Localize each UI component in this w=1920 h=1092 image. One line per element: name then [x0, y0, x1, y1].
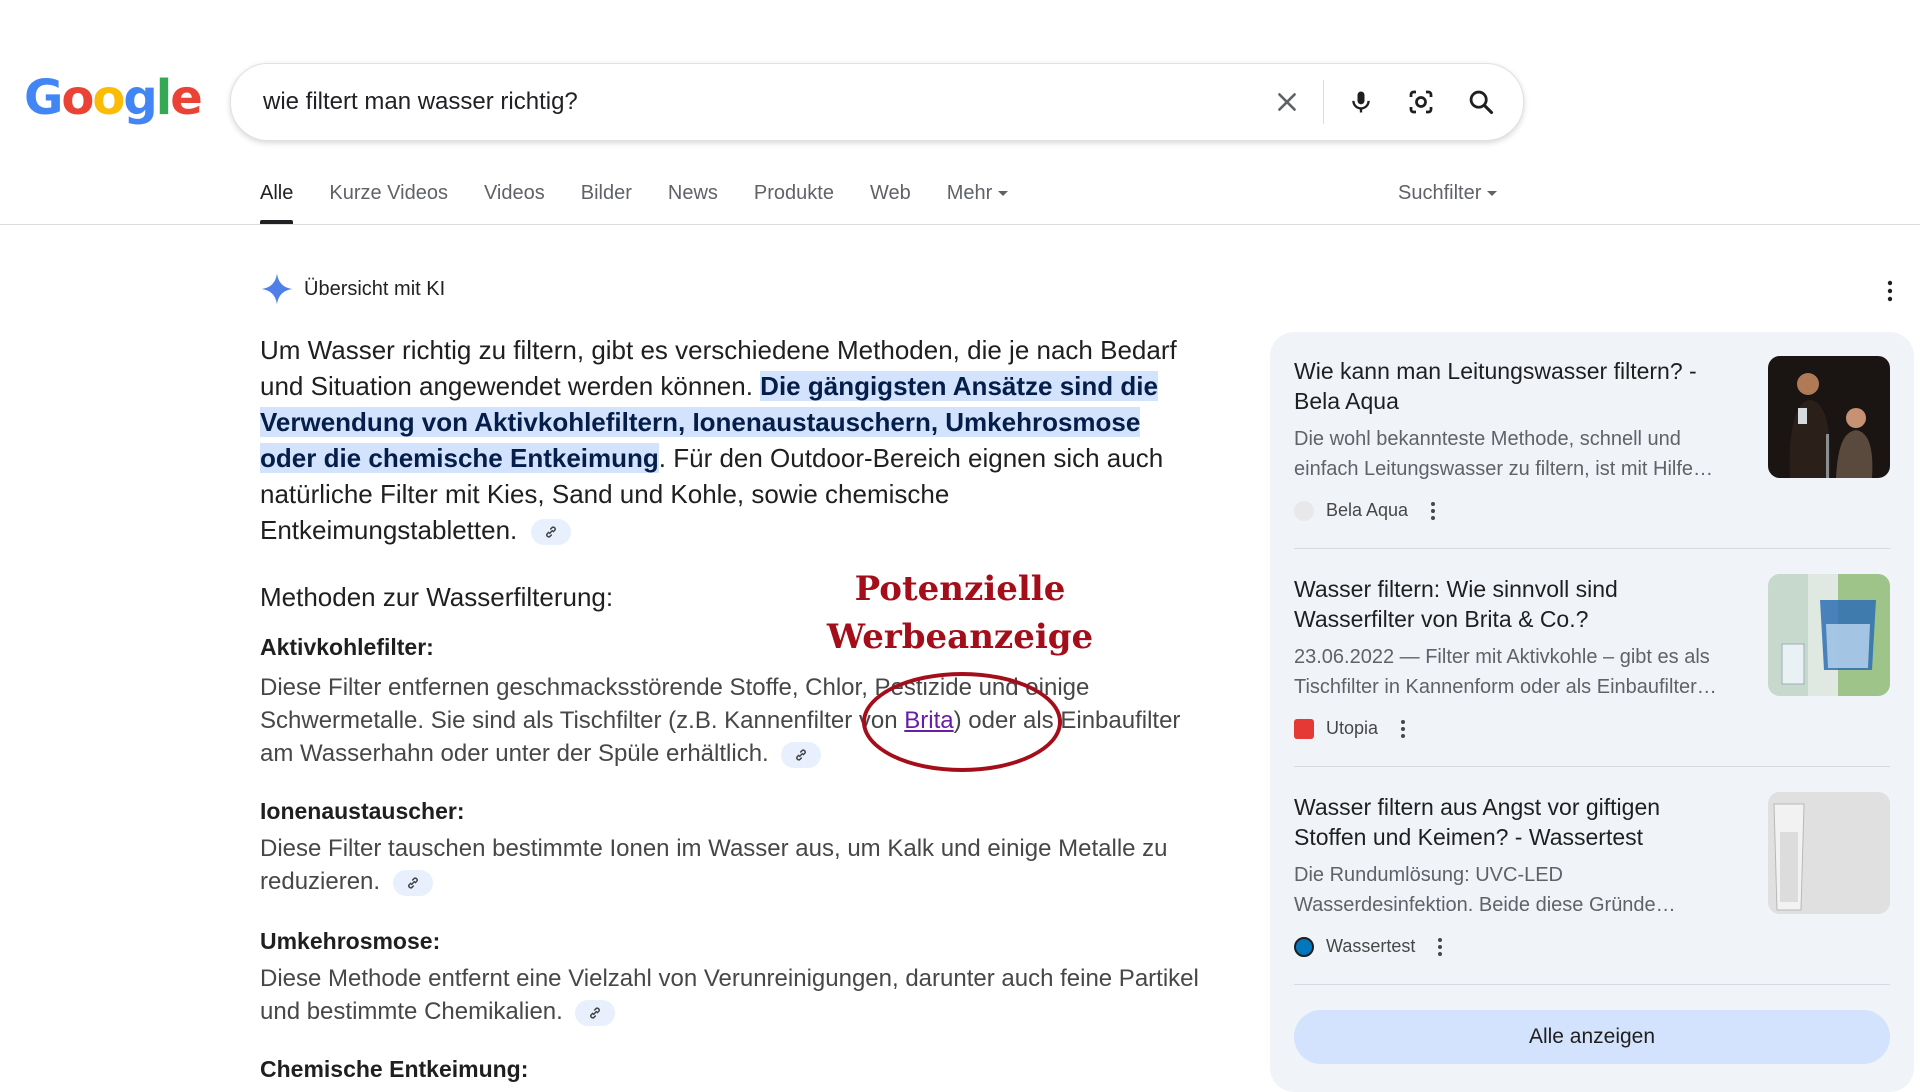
source-meta: Wassertest [1294, 936, 1443, 957]
tab-alle[interactable]: Alle [260, 178, 294, 224]
annotation-line: Potenzielle [854, 569, 1066, 609]
card-divider [1294, 766, 1890, 767]
source-card[interactable]: Wasser filtern: Wie sinnvoll sind Wasser… [1294, 574, 1890, 744]
ai-overview-header: Übersicht mit KI [260, 272, 445, 306]
logo-letter: o [61, 70, 94, 126]
source-thumbnail [1768, 574, 1890, 696]
source-name: Wassertest [1326, 936, 1416, 956]
ad-annotation: Potenzielle Werbeanzeige [800, 565, 1120, 661]
link-icon [796, 749, 807, 761]
source-title[interactable]: Wasser filtern: Wie sinnvoll sind Wasser… [1294, 574, 1734, 634]
tab-bilder[interactable]: Bilder [581, 178, 632, 224]
link-icon [545, 526, 556, 538]
ai-overview-intro: Um Wasser richtig zu filtern, gibt es ve… [260, 332, 1200, 548]
source-thumbnail [1768, 792, 1890, 914]
card-divider [1294, 548, 1890, 549]
tab-news[interactable]: News [668, 178, 718, 224]
source-card[interactable]: Wasser filtern aus Angst vor giftigen St… [1294, 792, 1890, 962]
item-heading: Aktivkohlefilter: [260, 634, 434, 660]
more-options-icon[interactable] [1430, 501, 1436, 521]
mic-icon[interactable] [1341, 82, 1381, 122]
more-options-icon[interactable] [1886, 280, 1894, 302]
logo-letter: g [123, 70, 157, 126]
close-icon[interactable] [1267, 82, 1307, 122]
more-options-icon[interactable] [1437, 937, 1443, 957]
source-thumbnail [1768, 356, 1890, 478]
item-text: Diese Filter tauschen bestimmte Ionen im… [260, 832, 1200, 898]
search-divider [1323, 80, 1324, 124]
item-text: Diese Methode entfernt eine Vielzahl von… [260, 962, 1200, 1028]
more-options-icon[interactable] [1400, 719, 1406, 739]
item-heading: Ionenaustauscher: [260, 798, 465, 824]
show-all-button[interactable]: Alle anzeigen [1294, 1010, 1890, 1064]
source-snippet: 23.06.2022 — Filter mit Aktivkohle – gib… [1294, 646, 1717, 698]
utopia-favicon [1294, 718, 1314, 739]
source-title[interactable]: Wie kann man Leitungswasser filtern? - B… [1294, 356, 1734, 416]
search-icon[interactable] [1461, 82, 1501, 122]
tab-produkte[interactable]: Produkte [754, 178, 834, 224]
source-name: Bela Aqua [1326, 500, 1409, 520]
ai-overview-title: Übersicht mit KI [304, 277, 446, 300]
section-heading: Methoden zur Wasserfilterung: [260, 582, 614, 612]
suchfilter-label: Suchfilter [1398, 182, 1482, 204]
logo-letter: e [170, 70, 203, 126]
chevron-down-icon [1487, 191, 1498, 197]
lens-icon[interactable] [1401, 82, 1441, 122]
tab-kurze-videos[interactable]: Kurze Videos [329, 178, 448, 224]
link-icon [590, 1007, 601, 1019]
source-link-chip[interactable] [781, 741, 822, 768]
suchfilter-button[interactable]: Suchfilter [1398, 178, 1498, 208]
source-meta: Bela Aqua [1294, 500, 1436, 521]
bela-aqua-favicon [1294, 500, 1314, 521]
item-text-part: Diese Methode entfernt eine Vielzahl von… [260, 965, 1199, 1025]
logo-letter: G [24, 70, 63, 126]
wassertest-favicon [1294, 936, 1314, 957]
search-box[interactable]: wie filtert man wasser richtig? [230, 63, 1524, 141]
source-card[interactable]: Wie kann man Leitungswasser filtern? - B… [1294, 356, 1890, 526]
annotation-line: Werbeanzeige [826, 617, 1094, 657]
logo-letter: o [92, 70, 125, 126]
source-link-chip[interactable] [392, 869, 433, 896]
search-tabs: Alle Kurze Videos Videos Bilder News Pro… [260, 178, 1044, 224]
logo-letter: l [155, 70, 173, 126]
item-heading: Umkehrosmose: [260, 928, 441, 954]
source-meta: Utopia [1294, 718, 1406, 739]
item-heading: Chemische Entkeimung: [260, 1056, 529, 1082]
link-icon [407, 877, 418, 889]
source-snippet: Die wohl bekannteste Methode, schnell un… [1294, 428, 1714, 480]
source-link-chip[interactable] [575, 999, 616, 1026]
source-link-chip[interactable] [530, 519, 571, 546]
tabs-divider [0, 224, 1920, 225]
source-snippet: Die Rundumlösung: UVC-LED Wasserdesinfek… [1294, 864, 1676, 916]
source-title[interactable]: Wasser filtern aus Angst vor giftigen St… [1294, 792, 1734, 852]
annotation-circle [862, 672, 1062, 772]
tab-videos[interactable]: Videos [484, 178, 545, 224]
sources-panel: Wie kann man Leitungswasser filtern? - B… [1270, 332, 1914, 1092]
tab-web[interactable]: Web [870, 178, 911, 224]
search-input[interactable]: wie filtert man wasser richtig? [263, 88, 578, 116]
google-logo[interactable]: Google [24, 70, 203, 126]
card-divider [1294, 984, 1890, 985]
tab-mehr-label: Mehr [946, 182, 993, 204]
chevron-down-icon [998, 191, 1009, 197]
sparkle-icon [261, 273, 293, 305]
source-name: Utopia [1326, 718, 1379, 738]
tab-mehr[interactable]: Mehr [947, 178, 1009, 224]
